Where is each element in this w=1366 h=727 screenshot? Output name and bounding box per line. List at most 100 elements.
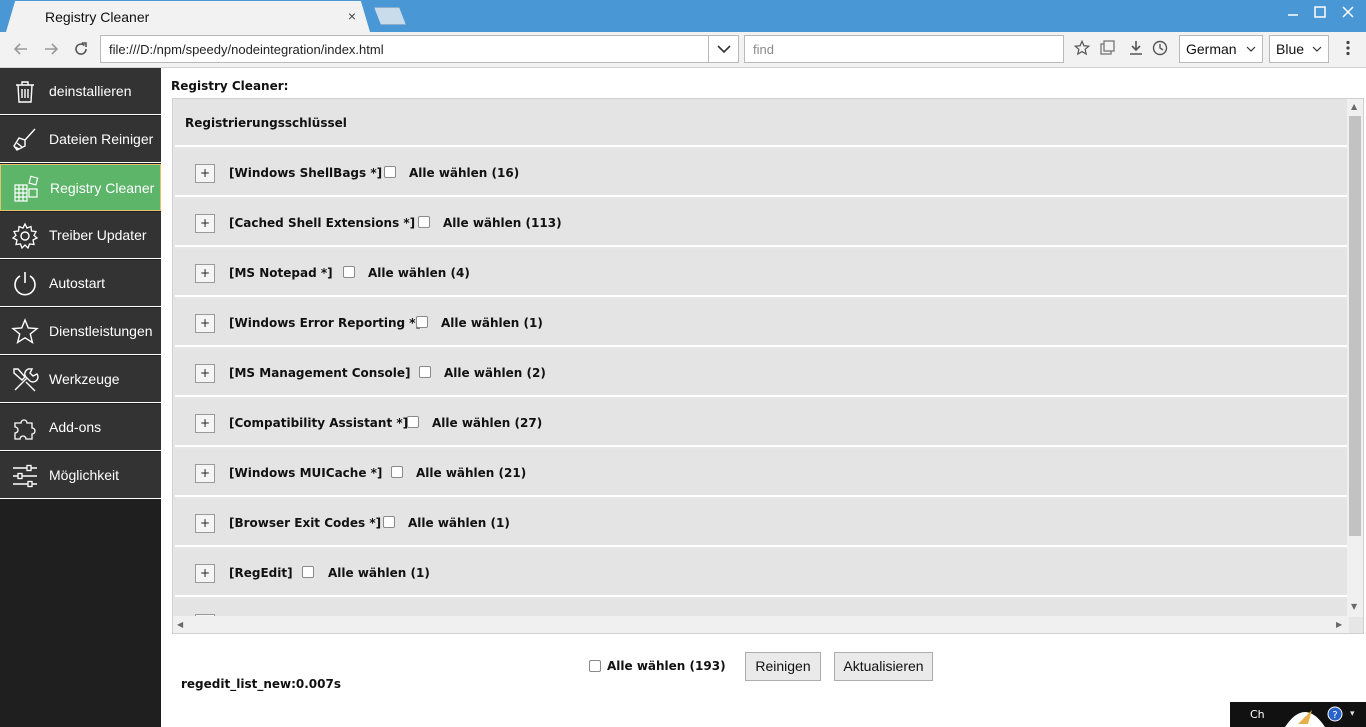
registry-key-row: + [Compatibility Assistant *] Alle wähle… — [175, 399, 1347, 447]
registry-key-header: Registrierungsschlüssel — [175, 99, 1347, 147]
refresh-button[interactable]: Aktualisieren — [834, 652, 933, 681]
tools-icon — [13, 368, 39, 392]
minimize-icon[interactable] — [1279, 4, 1307, 24]
broom-icon — [13, 128, 36, 151]
sidebar-item-moeglichkeit[interactable]: Möglichkeit — [0, 452, 161, 499]
select-all-label[interactable]: Alle wählen (1) — [328, 566, 430, 580]
select-all-checkbox[interactable] — [383, 516, 395, 528]
tabs-icon[interactable] — [1096, 39, 1118, 61]
page-title: Registry Cleaner: — [171, 79, 289, 93]
close-icon[interactable] — [1334, 4, 1362, 24]
registry-key-header-text: Registrierungsschlüssel — [185, 116, 347, 130]
url-text: file:///D:/npm/speedy/nodeintegration/in… — [109, 42, 384, 57]
select-all-label[interactable]: Alle wählen (4) — [368, 266, 470, 280]
sidebar-item-add-ons[interactable]: Add-ons — [0, 404, 161, 451]
sliders-icon — [13, 464, 37, 488]
select-all-label[interactable]: Alle wählen (27) — [432, 416, 542, 430]
select-all-label[interactable]: Alle wählen (1) — [441, 316, 543, 330]
help-icon[interactable]: ? — [1327, 706, 1343, 722]
find-input[interactable] — [744, 35, 1064, 63]
select-all-checkbox[interactable] — [419, 366, 431, 378]
tray-chevron-icon[interactable]: ▾ — [1350, 709, 1355, 719]
select-all-checkbox[interactable] — [418, 216, 430, 228]
select-all-label[interactable]: Alle wählen (16) — [409, 166, 519, 180]
gear-icon — [11, 222, 39, 250]
select-all-total-checkbox[interactable] — [589, 660, 601, 672]
svg-text:?: ? — [1332, 710, 1337, 721]
sidebar-item-treiber-updater[interactable]: Treiber Updater — [0, 212, 161, 259]
download-icon[interactable] — [1125, 39, 1147, 61]
registry-key-name: [Compatibility Assistant *] — [229, 416, 409, 430]
select-all-label[interactable]: Alle wählen (1) — [408, 516, 510, 530]
registry-key-row: + [Windows Error Reporting *] Alle wähle… — [175, 299, 1347, 347]
scroll-right-icon[interactable]: ▶ — [1336, 620, 1342, 629]
expand-button[interactable]: + — [195, 514, 215, 533]
select-all-label[interactable]: Alle wählen (113) — [443, 216, 562, 230]
select-all-checkbox[interactable] — [407, 416, 419, 428]
language-select[interactable]: German — [1179, 35, 1263, 63]
registry-blocks-icon — [14, 175, 39, 202]
scroll-left-icon[interactable]: ◀ — [177, 620, 183, 629]
expand-button[interactable]: + — [195, 214, 215, 233]
vertical-scrollbar[interactable]: ▲ ▼ — [1347, 99, 1363, 617]
menu-dots-icon[interactable] — [1337, 39, 1359, 61]
registry-key-row: + [MS Management Console] Alle wählen (2… — [175, 349, 1347, 397]
tray-logo-icon — [1285, 710, 1325, 727]
clean-button[interactable]: Reinigen — [745, 652, 821, 681]
select-all-checkbox[interactable] — [391, 466, 403, 478]
horizontal-scrollbar[interactable]: ◀ ▶ — [173, 616, 1349, 633]
select-all-label[interactable]: Alle wählen (21) — [416, 466, 526, 480]
new-tab-button[interactable] — [374, 7, 406, 25]
sidebar-item-label: Autostart — [49, 275, 106, 291]
sidebar-item-label: deinstallieren — [49, 83, 132, 99]
status-text: regedit_list_new:0.007s — [181, 677, 341, 691]
expand-button[interactable]: + — [195, 364, 215, 383]
registry-key-row: + [Windows ShellBags *] Alle wählen (16) — [175, 149, 1347, 197]
registry-key-row: + [Windows MUICache *] Alle wählen (21) — [175, 449, 1347, 497]
sidebar-item-label: Add-ons — [49, 419, 102, 435]
reload-icon[interactable] — [70, 40, 92, 60]
expand-button[interactable]: + — [195, 564, 215, 583]
expand-button[interactable]: + — [195, 314, 215, 333]
registry-key-panel: Registrierungsschlüssel + [Windows Shell… — [172, 98, 1364, 634]
browser-tab[interactable]: Registry Cleaner × — [6, 1, 370, 32]
sidebar-item-autostart[interactable]: Autostart — [0, 260, 161, 307]
select-all-checkbox[interactable] — [416, 316, 428, 328]
forward-arrow-icon[interactable] — [40, 40, 62, 60]
expand-button[interactable]: + — [195, 264, 215, 283]
expand-button[interactable]: + — [195, 464, 215, 483]
bookmark-star-icon[interactable] — [1071, 39, 1093, 61]
scrollbar-thumb[interactable] — [1349, 116, 1361, 536]
registry-key-row: + [Browser Exit Codes *] Alle wählen (1) — [175, 499, 1347, 547]
select-all-label[interactable]: Alle wählen (2) — [444, 366, 546, 380]
registry-key-name: [MS Notepad *] — [229, 266, 333, 280]
scroll-down-icon[interactable]: ▼ — [1351, 602, 1357, 611]
registry-key-row: + [RegEdit] Alle wählen (1) — [175, 549, 1347, 597]
sidebar-item-registry-cleaner[interactable]: Registry Cleaner — [0, 164, 161, 211]
sidebar-item-dienstleistungen[interactable]: Dienstleistungen — [0, 308, 161, 355]
address-bar[interactable]: file:///D:/npm/speedy/nodeintegration/in… — [100, 35, 739, 63]
registry-key-name: [MS Management Console] — [229, 366, 411, 380]
tab-close-button[interactable]: × — [343, 7, 361, 25]
sidebar-item-deinstallieren[interactable]: deinstallieren — [0, 68, 161, 115]
theme-select[interactable]: Blue — [1269, 35, 1329, 63]
select-all-checkbox[interactable] — [384, 166, 396, 178]
browser-toolbar: file:///D:/npm/speedy/nodeintegration/in… — [0, 32, 1366, 68]
url-dropdown-button[interactable] — [708, 36, 738, 62]
title-bar: Registry Cleaner × — [0, 0, 1366, 32]
sidebar-item-dateien-reiniger[interactable]: Dateien Reiniger — [0, 116, 161, 163]
expand-button[interactable]: + — [195, 164, 215, 183]
chevron-down-icon — [1312, 46, 1322, 52]
sidebar-item-label: Registry Cleaner — [50, 180, 155, 196]
scroll-up-icon[interactable]: ▲ — [1351, 102, 1357, 111]
back-arrow-icon[interactable] — [10, 40, 32, 60]
select-all-total-label[interactable]: Alle wählen (193) — [607, 659, 726, 673]
tray-text: Ch — [1250, 708, 1265, 721]
maximize-icon[interactable] — [1306, 4, 1334, 24]
sidebar-item-label: Werkzeuge — [49, 371, 120, 387]
expand-button[interactable]: + — [195, 414, 215, 433]
select-all-checkbox[interactable] — [343, 266, 355, 278]
history-clock-icon[interactable] — [1149, 39, 1171, 61]
select-all-checkbox[interactable] — [302, 566, 314, 578]
sidebar-item-werkzeuge[interactable]: Werkzeuge — [0, 356, 161, 403]
